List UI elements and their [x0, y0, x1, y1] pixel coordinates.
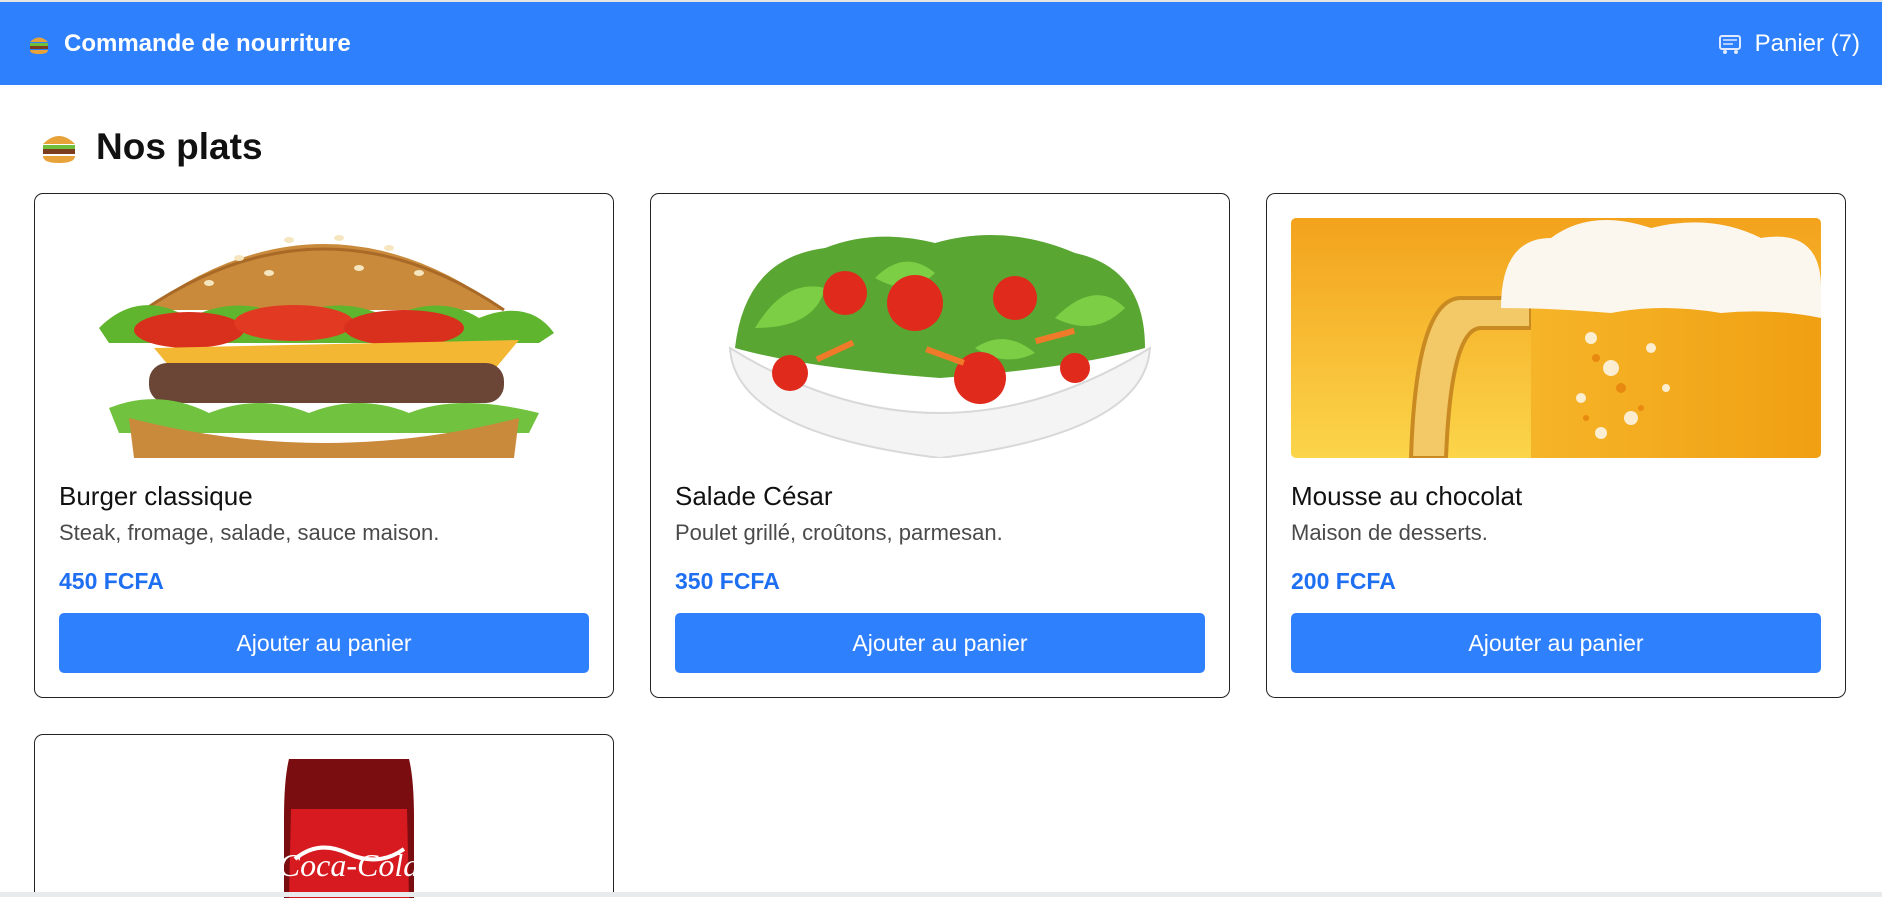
brand-title: Commande de nourriture — [64, 30, 351, 57]
coca-cola-bottle-image: Coca-Cola — [59, 759, 589, 898]
add-to-cart-button[interactable]: Ajouter au panier — [59, 613, 589, 673]
cart-label: Panier (7) — [1754, 30, 1860, 57]
cart-icon — [1718, 35, 1741, 54]
product-card: Burger classique Steak, fromage, salade,… — [34, 193, 614, 698]
product-card: Salade César Poulet grillé, croûtons, pa… — [650, 193, 1230, 698]
cart-link[interactable]: Panier (7) — [1717, 30, 1860, 58]
product-description: Maison de desserts. — [1291, 520, 1488, 545]
product-name: Salade César — [675, 481, 833, 511]
add-to-cart-button[interactable]: Ajouter au panier — [1291, 613, 1821, 673]
product-name: Burger classique — [59, 481, 253, 511]
product-price: 350 FCFA — [675, 568, 780, 594]
product-price: 450 FCFA — [59, 568, 164, 594]
product-card: Mousse au chocolat Maison de desserts. 2… — [1266, 193, 1846, 698]
brand[interactable]: Commande de nourriture — [28, 30, 351, 58]
page-title: Nos plats — [40, 126, 263, 168]
product-description: Poulet grillé, croûtons, parmesan. — [675, 520, 1003, 545]
salad-image — [675, 218, 1205, 458]
product-price: 200 FCFA — [1291, 568, 1396, 594]
page-title-text: Nos plats — [96, 126, 263, 167]
bottom-divider — [0, 892, 1882, 897]
burger-icon — [30, 37, 48, 54]
burger-icon — [43, 136, 75, 163]
burger-image — [59, 218, 589, 458]
product-name: Mousse au chocolat — [1291, 481, 1523, 511]
product-card: Coca-Cola — [34, 734, 614, 898]
product-description: Steak, fromage, salade, sauce maison. — [59, 520, 440, 545]
svg-text:Coca-Cola: Coca-Cola — [279, 847, 419, 883]
beer-image — [1291, 218, 1821, 458]
add-to-cart-button[interactable]: Ajouter au panier — [675, 613, 1205, 673]
top-navbar: Commande de nourriture Panier (7) — [0, 0, 1882, 85]
